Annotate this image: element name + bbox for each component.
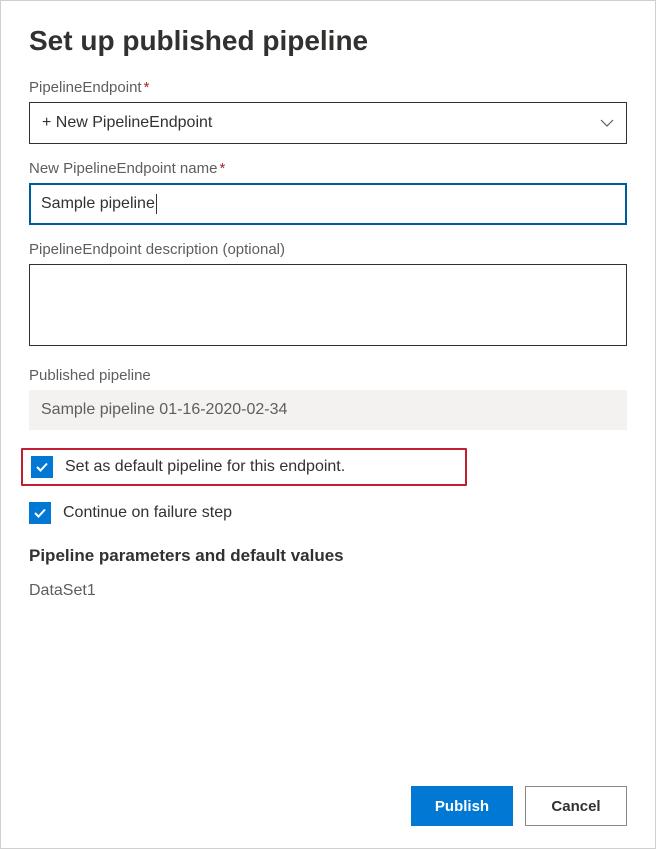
text-cursor xyxy=(156,194,157,214)
continue-on-failure-checkbox[interactable] xyxy=(29,502,51,524)
endpoint-label: PipelineEndpoint* xyxy=(29,79,627,96)
required-asterisk: * xyxy=(144,79,150,96)
continue-on-failure-checkbox-row[interactable]: Continue on failure step xyxy=(29,498,627,528)
endpoint-name-label-text: New PipelineEndpoint name xyxy=(29,160,217,177)
dialog-title: Set up published pipeline xyxy=(29,25,627,57)
endpoint-name-input[interactable]: Sample pipeline xyxy=(29,183,627,225)
published-pipeline-label: Published pipeline xyxy=(29,367,627,384)
set-default-checkbox[interactable] xyxy=(31,456,53,478)
parameter-item: DataSet1 xyxy=(29,582,627,600)
endpoint-description-label: PipelineEndpoint description (optional) xyxy=(29,241,627,258)
set-default-checkbox-row[interactable]: Set as default pipeline for this endpoin… xyxy=(21,448,467,486)
required-asterisk: * xyxy=(219,160,225,177)
publish-button[interactable]: Publish xyxy=(411,786,513,826)
endpoint-name-value: Sample pipeline xyxy=(41,195,155,213)
set-default-label: Set as default pipeline for this endpoin… xyxy=(65,458,345,476)
endpoint-label-text: PipelineEndpoint xyxy=(29,79,142,96)
endpoint-dropdown[interactable]: + New PipelineEndpoint xyxy=(29,102,627,144)
endpoint-description-input[interactable] xyxy=(29,264,627,346)
endpoint-name-label: New PipelineEndpoint name* xyxy=(29,160,627,177)
cancel-button[interactable]: Cancel xyxy=(525,786,627,826)
endpoint-dropdown-value: + New PipelineEndpoint xyxy=(42,114,212,132)
continue-on-failure-label: Continue on failure step xyxy=(63,504,232,522)
chevron-down-icon xyxy=(600,116,614,130)
dialog-footer: Publish Cancel xyxy=(411,786,627,826)
parameters-heading: Pipeline parameters and default values xyxy=(29,546,627,566)
published-pipeline-value: Sample pipeline 01-16-2020-02-34 xyxy=(29,390,627,430)
check-icon xyxy=(33,506,47,520)
check-icon xyxy=(35,460,49,474)
